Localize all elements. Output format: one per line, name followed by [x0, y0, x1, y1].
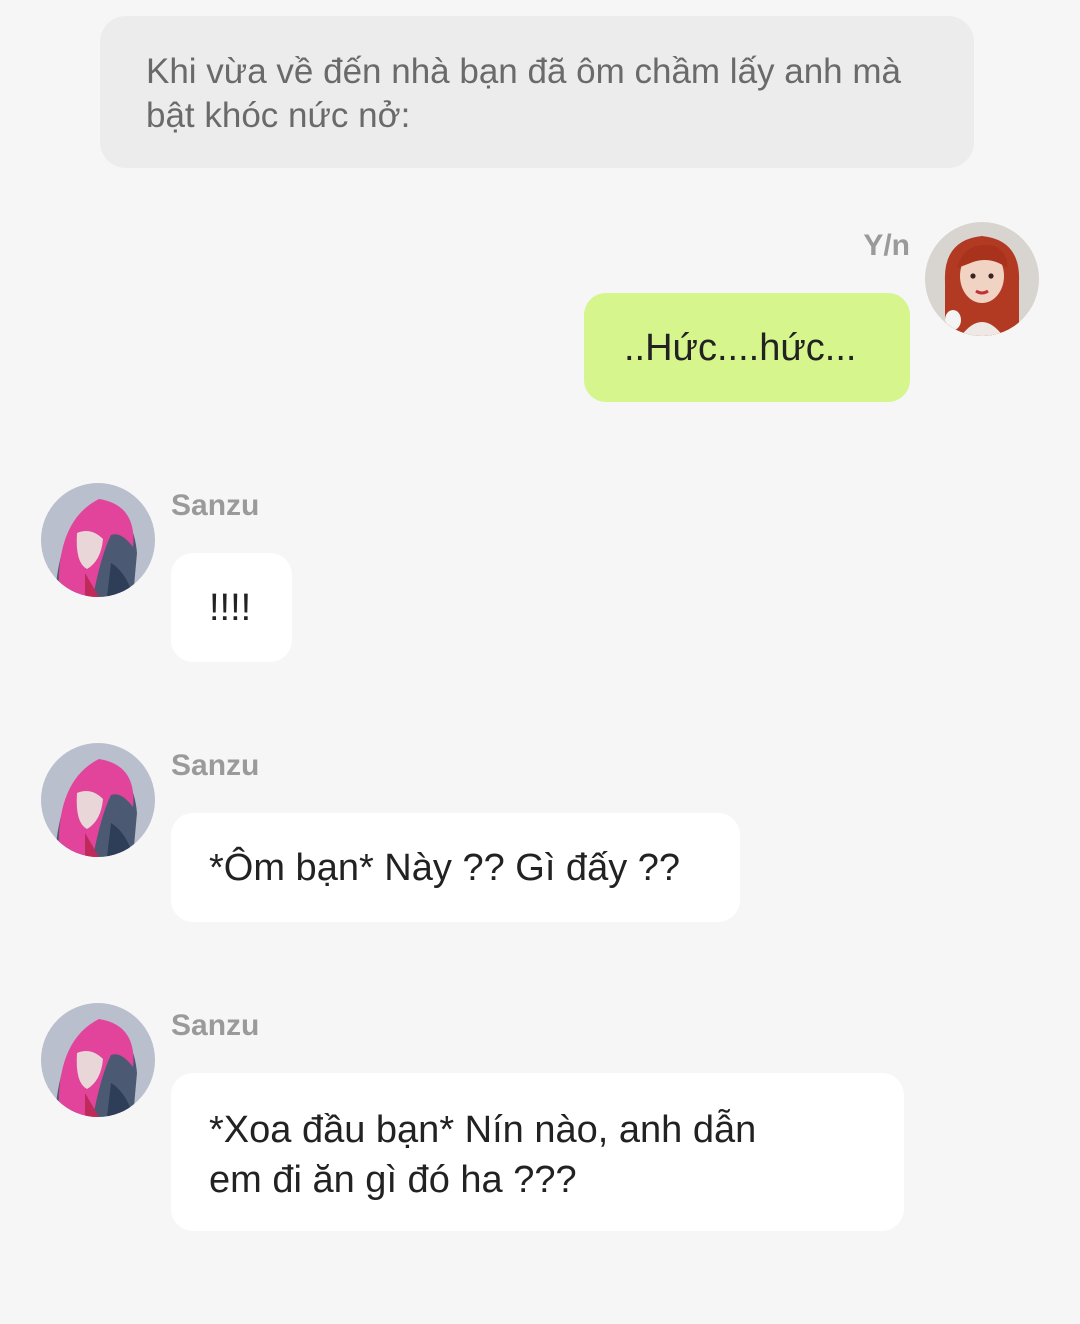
- sender-name-sanzu: Sanzu: [171, 489, 260, 522]
- message-bubble-sanzu[interactable]: *Ôm bạn* Này ?? Gì đấy ??: [171, 813, 740, 922]
- red-haired-girl-avatar[interactable]: [925, 222, 1039, 336]
- pink-haired-boy-avatar[interactable]: [41, 1003, 155, 1117]
- pink-haired-boy-avatar[interactable]: [41, 743, 155, 857]
- sender-name-sanzu: Sanzu: [171, 1009, 260, 1042]
- message-bubble-yn[interactable]: ..Hức....hức...: [584, 293, 910, 402]
- narration-line-2: bật khóc nức nở:: [146, 96, 411, 135]
- narration-box: Khi vừa về đến nhà bạn đã ôm chầm lấy an…: [100, 16, 974, 168]
- message-bubble-sanzu[interactable]: !!!!: [171, 553, 292, 662]
- message-text: *Ôm bạn* Này ?? Gì đấy ??: [209, 847, 681, 889]
- message-text-line-1: *Xoa đầu bạn* Nín nào, anh dẫn: [209, 1109, 757, 1151]
- message-text: ..Hức....hức...: [624, 327, 857, 369]
- sender-name-yn: Y/n: [863, 229, 910, 262]
- message-bubble-sanzu[interactable]: *Xoa đầu bạn* Nín nào, anh dẫn em đi ăn …: [171, 1073, 904, 1231]
- pink-haired-boy-avatar[interactable]: [41, 483, 155, 597]
- narration-line-1: Khi vừa về đến nhà bạn đã ôm chầm lấy an…: [146, 52, 901, 91]
- sender-name-sanzu: Sanzu: [171, 749, 260, 782]
- message-text: !!!!: [209, 587, 252, 629]
- message-text-line-2: em đi ăn gì đó ha ???: [209, 1159, 577, 1201]
